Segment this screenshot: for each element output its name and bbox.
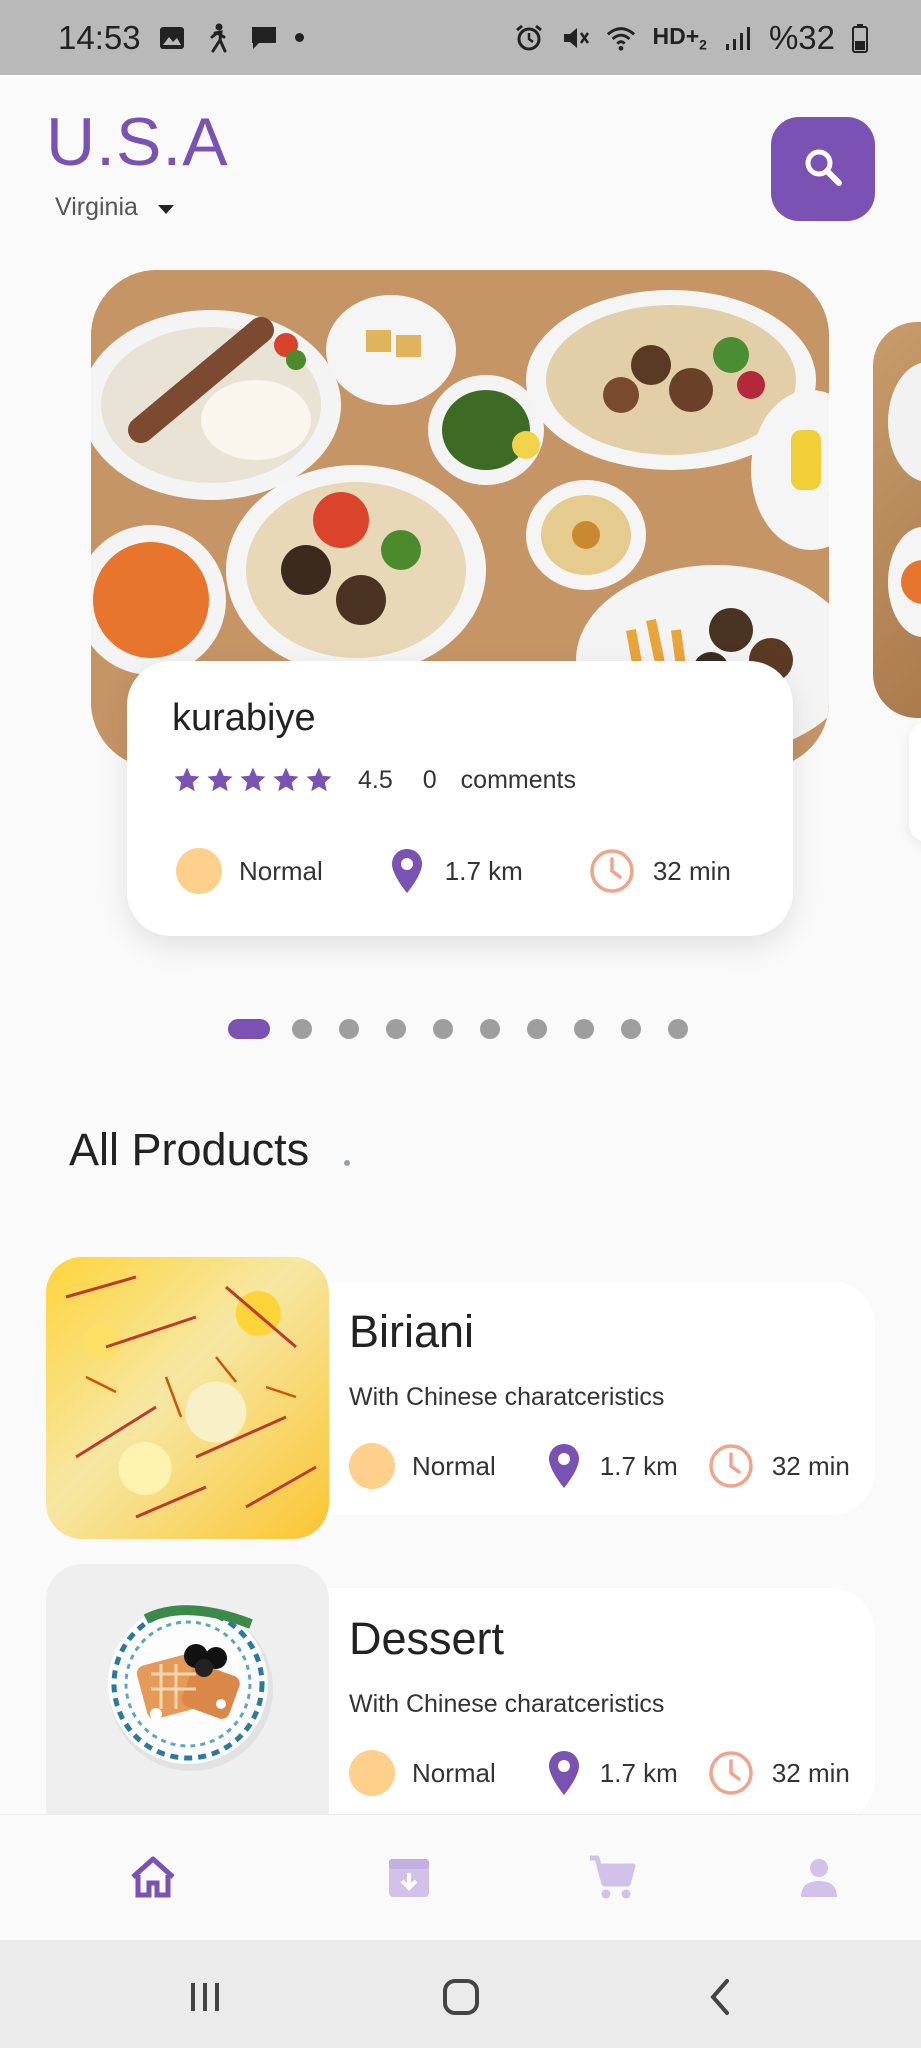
country-title[interactable]: U.S.A [46, 103, 229, 181]
recent-apps-icon [191, 1983, 219, 2011]
wifi-icon [606, 23, 636, 53]
region-label: Virginia [55, 193, 138, 221]
back-button[interactable] [696, 1972, 746, 2022]
location-pin-icon [548, 1444, 579, 1488]
product-name: Biriani [349, 1306, 475, 1357]
next-slide-card [909, 722, 921, 842]
distance-label: 1.7 km [599, 1757, 678, 1788]
status-right: HD+2 %32 [514, 19, 869, 57]
section-loading-dot [344, 1160, 350, 1166]
caret-down-icon [157, 204, 174, 214]
level-label: Normal [412, 1450, 496, 1481]
product-image[interactable] [46, 1257, 329, 1539]
alarm-icon [514, 23, 544, 53]
product-card[interactable]: Dessert With Chinese charatceristics Nor… [46, 1564, 875, 1846]
nav-profile[interactable] [793, 1851, 845, 1903]
clock-icon [709, 1751, 753, 1795]
search-icon [801, 145, 845, 194]
time-label: 32 min [652, 855, 731, 886]
rating-stars [172, 765, 334, 795]
star-icon [273, 767, 299, 792]
time-label: 32 min [771, 1757, 850, 1788]
recent-apps-button[interactable] [180, 1972, 230, 2022]
status-time: 14:53 [58, 18, 141, 56]
bottom-navigation [0, 1814, 921, 1940]
next-slide-image[interactable] [873, 322, 921, 718]
battery-icon [851, 23, 869, 53]
home-button[interactable] [436, 1972, 486, 2022]
time-label: 32 min [771, 1450, 850, 1481]
product-description: With Chinese charatceristics [349, 1690, 665, 1718]
carousel-indicator [228, 1019, 715, 1039]
carousel-dot[interactable] [386, 1019, 406, 1039]
network-type: HD+2 [652, 23, 706, 53]
star-icon [207, 767, 233, 792]
level-label: Normal [412, 1757, 496, 1788]
image-icon [157, 23, 187, 53]
product-meta: Normal 1.7 km 32 min [349, 1750, 850, 1796]
status-bar: 14:53 HD+2 %32 [0, 0, 921, 75]
featured-meta: Normal 1.7 km 32 min [176, 848, 731, 894]
level-label: Normal [239, 855, 323, 886]
carousel-dot[interactable] [621, 1019, 641, 1039]
network-sub: 2 [699, 36, 707, 53]
star-icon [240, 767, 266, 792]
comments-label[interactable]: comments [461, 766, 576, 795]
cart-icon [590, 1855, 636, 1899]
region-selector[interactable]: Virginia [55, 193, 174, 222]
product-info: Dessert With Chinese charatceristics Nor… [316, 1588, 875, 1822]
status-left: 14:53 [58, 19, 304, 57]
archive-icon [389, 1859, 429, 1897]
featured-title: kurabiye [172, 697, 316, 739]
nav-cart[interactable] [586, 1851, 638, 1903]
product-description: With Chinese charatceristics [349, 1383, 665, 1411]
mute-icon [560, 23, 590, 53]
network-label: HD+ [652, 22, 700, 49]
carousel-dot[interactable] [292, 1019, 312, 1039]
nav-archive[interactable] [383, 1851, 435, 1903]
featured-card[interactable]: kurabiye 4.5 0 comments Normal 1.7 km 32… [127, 661, 793, 936]
level-dot-icon [349, 1443, 395, 1489]
level-dot-icon [176, 848, 222, 894]
profile-icon [801, 1859, 837, 1897]
location-pin-icon [391, 849, 422, 893]
clock-icon [709, 1444, 753, 1488]
carousel-dot-active[interactable] [228, 1019, 270, 1039]
home-circle-icon [443, 1979, 479, 2015]
accessibility-icon [203, 23, 233, 53]
section-title: All Products [69, 1124, 310, 1175]
distance-label: 1.7 km [444, 855, 523, 886]
rating-value: 4.5 [358, 765, 393, 794]
carousel-dot[interactable] [574, 1019, 594, 1039]
distance-label: 1.7 km [599, 1450, 678, 1481]
carousel-dot[interactable] [480, 1019, 500, 1039]
rating-row: 4.5 0 comments [172, 765, 576, 795]
nav-home[interactable] [127, 1851, 179, 1903]
product-meta: Normal 1.7 km 32 min [349, 1443, 850, 1489]
notification-dot [294, 33, 304, 42]
signal-icon [723, 23, 753, 53]
location-pin-icon [548, 1751, 579, 1795]
carousel-dot[interactable] [433, 1019, 453, 1039]
carousel-dot[interactable] [339, 1019, 359, 1039]
clock-icon [590, 849, 634, 893]
star-icon [174, 767, 200, 792]
product-name: Dessert [349, 1613, 505, 1664]
search-button[interactable] [771, 117, 875, 221]
level-dot-icon [349, 1750, 395, 1796]
carousel-dot[interactable] [527, 1019, 547, 1039]
product-card[interactable]: Biriani With Chinese charatceristics Nor… [46, 1257, 875, 1539]
home-icon [131, 1856, 175, 1898]
comments-count: 0 [422, 765, 437, 794]
back-icon [710, 1979, 729, 2015]
battery-label: %32 [768, 18, 835, 56]
message-icon [249, 23, 279, 53]
product-image[interactable] [46, 1564, 329, 1846]
system-navigation [0, 1940, 921, 2048]
star-icon [306, 767, 332, 792]
product-info: Biriani With Chinese charatceristics Nor… [316, 1281, 875, 1515]
carousel-dot[interactable] [668, 1019, 688, 1039]
